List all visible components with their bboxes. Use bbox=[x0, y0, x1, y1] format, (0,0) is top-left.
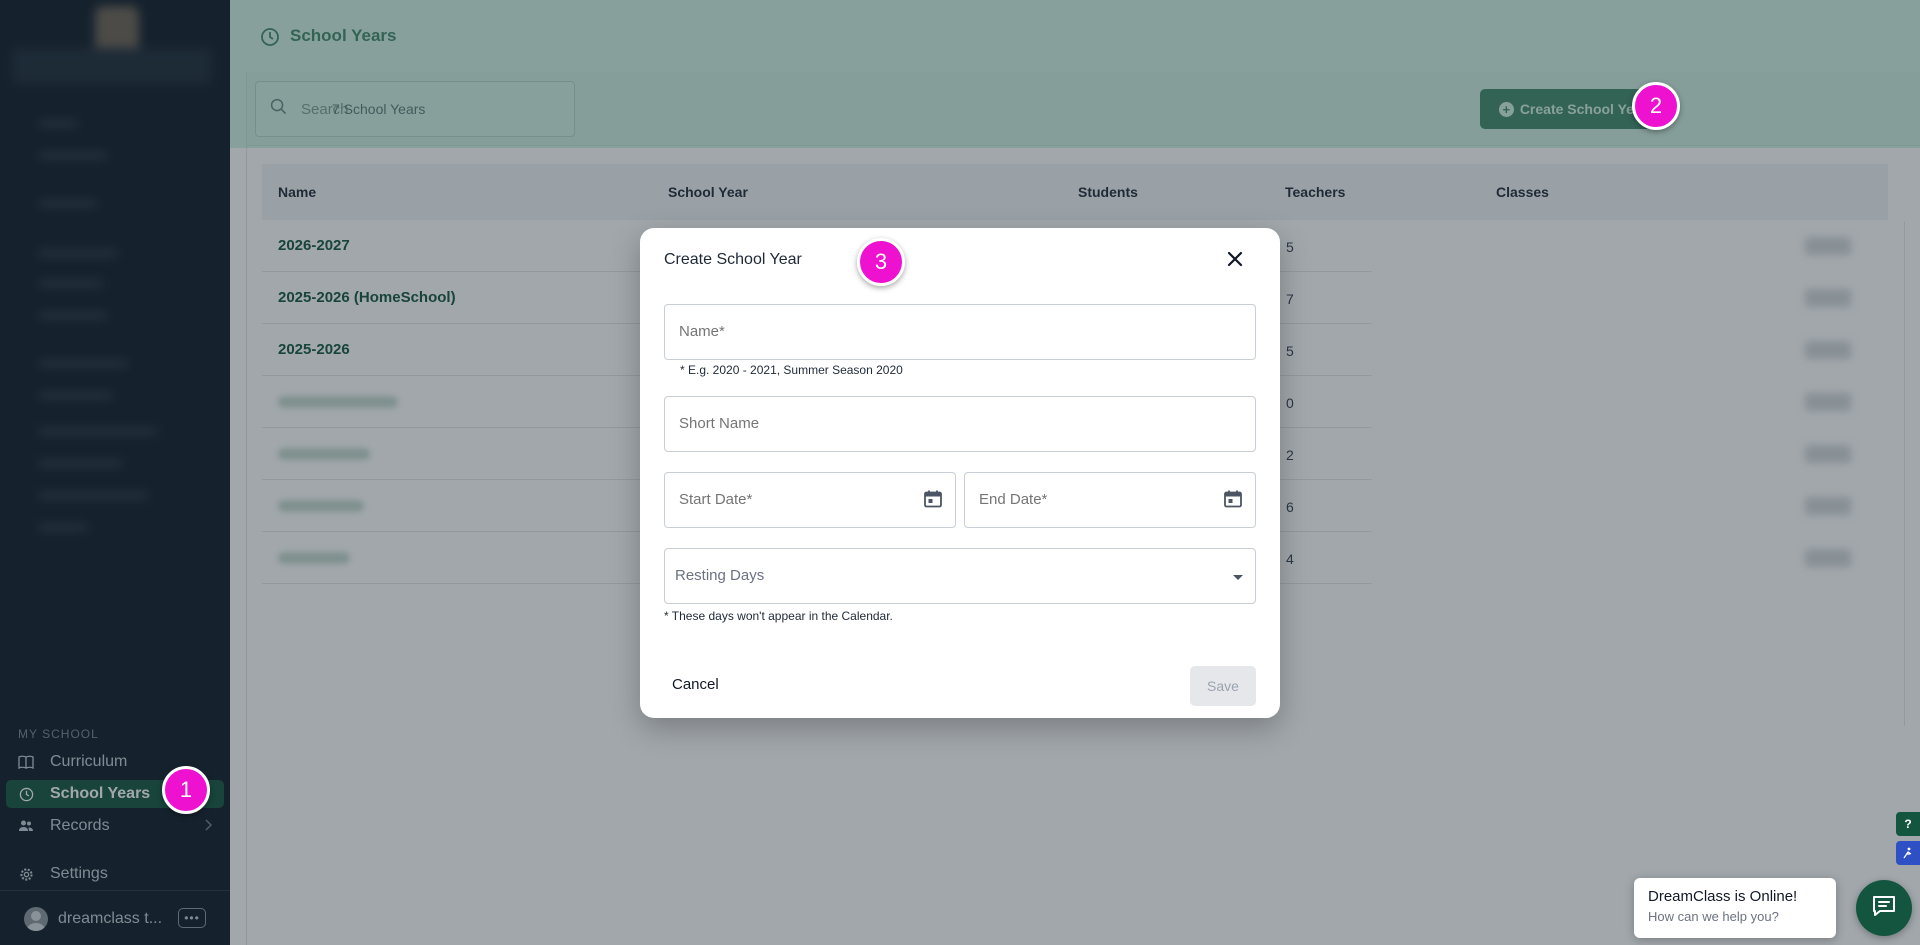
chat-subtitle: How can we help you? bbox=[1648, 909, 1779, 924]
short-name-field[interactable] bbox=[664, 396, 1256, 452]
calendar-icon[interactable] bbox=[1223, 489, 1243, 509]
resting-days-placeholder: Resting Days bbox=[675, 567, 765, 584]
name-input[interactable] bbox=[679, 323, 1219, 340]
resting-days-select[interactable]: Resting Days bbox=[664, 548, 1256, 604]
step-badge-3: 3 bbox=[857, 238, 905, 286]
end-date-input[interactable] bbox=[979, 491, 1199, 508]
name-field[interactable] bbox=[664, 304, 1256, 360]
step-badge-2: 2 bbox=[1632, 82, 1680, 130]
step-badge-1: 1 bbox=[162, 766, 210, 814]
close-icon[interactable] bbox=[1224, 248, 1246, 270]
chat-welcome-popup[interactable]: DreamClass is Online! How can we help yo… bbox=[1634, 878, 1836, 938]
chat-title: DreamClass is Online! bbox=[1648, 888, 1798, 905]
save-button[interactable]: Save bbox=[1190, 666, 1256, 706]
name-hint: * E.g. 2020 - 2021, Summer Season 2020 bbox=[680, 363, 903, 377]
accessibility-icon[interactable] bbox=[1896, 841, 1920, 865]
start-date-input[interactable] bbox=[679, 491, 899, 508]
calendar-icon[interactable] bbox=[923, 489, 943, 509]
help-button[interactable]: ? bbox=[1896, 812, 1920, 836]
chat-icon bbox=[1871, 894, 1897, 923]
chat-launcher-button[interactable] bbox=[1856, 880, 1912, 936]
chevron-down-icon bbox=[1233, 575, 1243, 580]
start-date-field[interactable] bbox=[664, 472, 956, 528]
create-school-year-dialog: Create School Year * E.g. 2020 - 2021, S… bbox=[640, 228, 1280, 718]
cancel-button[interactable]: Cancel bbox=[672, 676, 719, 693]
dialog-title: Create School Year bbox=[664, 251, 802, 268]
short-name-input[interactable] bbox=[679, 415, 1219, 432]
resting-days-hint: * These days won't appear in the Calenda… bbox=[664, 609, 893, 623]
end-date-field[interactable] bbox=[964, 472, 1256, 528]
